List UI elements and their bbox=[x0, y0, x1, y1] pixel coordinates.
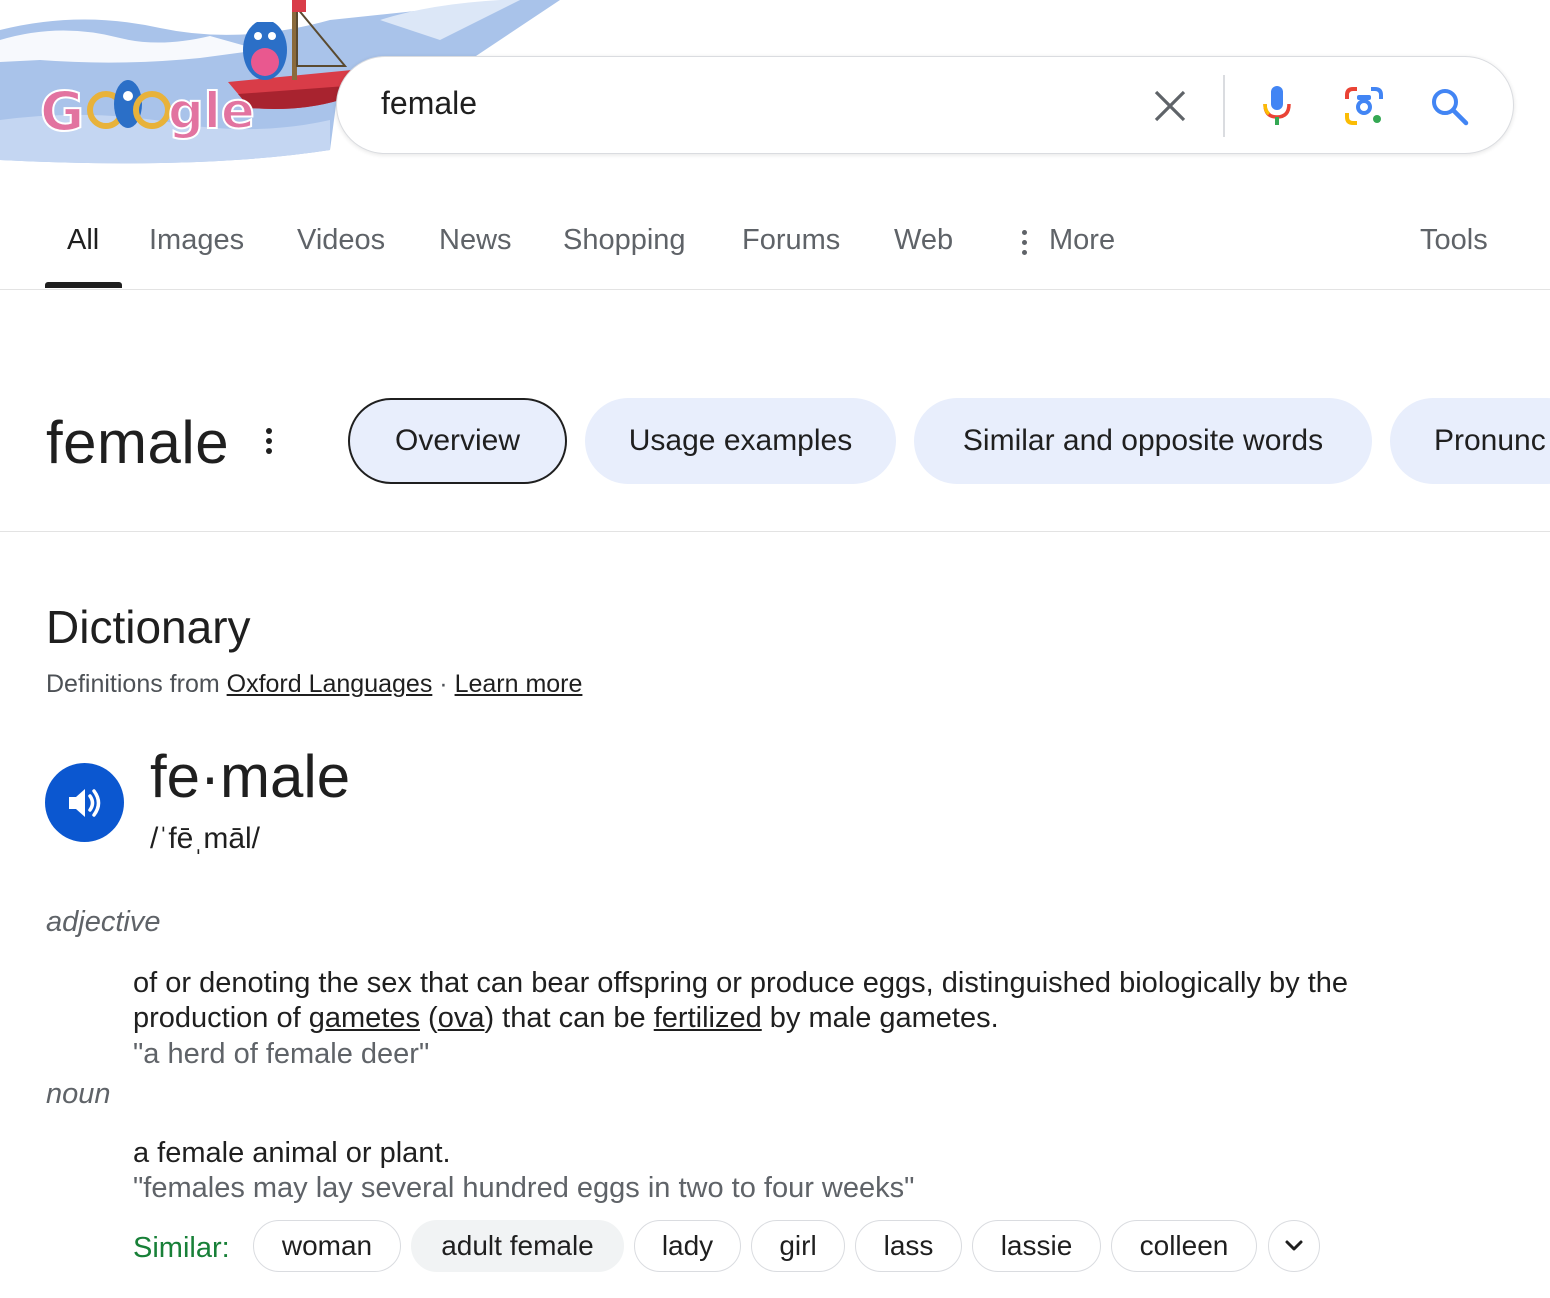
example-adjective: "a herd of female deer" bbox=[133, 1038, 430, 1070]
fertilized-link[interactable]: fertilized bbox=[654, 1002, 762, 1034]
tab-more[interactable]: More bbox=[1049, 224, 1115, 257]
source-separator: · bbox=[439, 670, 448, 698]
example-noun: "females may lay several hundred eggs in… bbox=[133, 1172, 915, 1204]
search-input[interactable]: female bbox=[381, 85, 477, 122]
dictionary-source: Definitions from Oxford Languages · Lear… bbox=[46, 670, 582, 699]
chip-similar-opposite[interactable]: Similar and opposite words bbox=[914, 398, 1372, 484]
part-of-speech-adjective: adjective bbox=[46, 906, 161, 938]
definition-noun: a female animal or plant. bbox=[133, 1137, 451, 1169]
svg-text:gle: gle bbox=[168, 82, 255, 140]
tab-images[interactable]: Images bbox=[149, 224, 244, 257]
part-of-speech-noun: noun bbox=[46, 1078, 111, 1110]
synonym-chip-adult-female[interactable]: adult female bbox=[411, 1220, 624, 1272]
tools-button[interactable]: Tools bbox=[1420, 224, 1488, 257]
synonym-chip-colleen[interactable]: colleen bbox=[1111, 1220, 1257, 1272]
tab-forums[interactable]: Forums bbox=[742, 224, 840, 257]
speaker-icon bbox=[68, 788, 100, 817]
headword: fe·male bbox=[150, 743, 351, 810]
definition-text: ) that can be bbox=[484, 1002, 654, 1034]
chip-overview[interactable]: Overview bbox=[348, 398, 567, 484]
expand-similar-button[interactable] bbox=[1268, 1220, 1320, 1272]
definition-text: ( bbox=[419, 1002, 438, 1034]
search-divider bbox=[1223, 75, 1225, 137]
term-title: female bbox=[46, 409, 230, 476]
ova-link[interactable]: ova bbox=[438, 1002, 485, 1034]
gametes-link[interactable]: gametes bbox=[309, 1002, 420, 1034]
synonym-chip-lady[interactable]: lady bbox=[634, 1220, 741, 1272]
tab-shopping[interactable]: Shopping bbox=[563, 224, 686, 257]
synonym-chip-lass[interactable]: lass bbox=[855, 1220, 962, 1272]
dictionary-title: Dictionary bbox=[46, 601, 251, 653]
active-tab-indicator bbox=[45, 282, 122, 288]
chip-pronunciation[interactable]: Pronunc bbox=[1390, 398, 1550, 484]
definition-text: by male gametes. bbox=[761, 1002, 999, 1034]
tab-all[interactable]: All bbox=[67, 224, 99, 257]
search-tabs: All Images Videos News Shopping Forums W… bbox=[0, 210, 1550, 290]
pronunciation-audio-button[interactable] bbox=[45, 763, 124, 842]
tab-news[interactable]: News bbox=[439, 224, 512, 257]
more-vertical-icon[interactable] bbox=[1022, 230, 1030, 258]
chip-usage-examples[interactable]: Usage examples bbox=[585, 398, 896, 484]
oxford-languages-link[interactable]: Oxford Languages bbox=[227, 670, 433, 698]
chevron-down-icon bbox=[1285, 1240, 1303, 1251]
more-options-icon[interactable] bbox=[262, 428, 276, 462]
learn-more-link[interactable]: Learn more bbox=[455, 670, 583, 698]
search-icon[interactable] bbox=[1424, 81, 1474, 131]
term-header: female Overview Usage examples Similar a… bbox=[0, 380, 1550, 532]
synonym-chip-woman[interactable]: woman bbox=[253, 1220, 401, 1272]
tab-videos[interactable]: Videos bbox=[297, 224, 385, 257]
svg-text:G: G bbox=[40, 80, 84, 143]
synonym-chip-girl[interactable]: girl bbox=[751, 1220, 845, 1272]
definition-adjective: of or denoting the sex that can bear off… bbox=[133, 966, 1473, 1036]
search-box[interactable]: female bbox=[336, 56, 1514, 154]
google-lens-icon[interactable] bbox=[1339, 81, 1389, 131]
similar-label: Similar: bbox=[133, 1232, 230, 1264]
close-icon[interactable] bbox=[1145, 81, 1195, 131]
phonetic-spelling: /ˈfēˌmāl/ bbox=[150, 822, 261, 855]
tab-web[interactable]: Web bbox=[894, 224, 953, 257]
source-prefix: Definitions from bbox=[46, 670, 220, 698]
synonym-chip-lassie[interactable]: lassie bbox=[972, 1220, 1101, 1272]
microphone-icon[interactable] bbox=[1252, 81, 1302, 131]
